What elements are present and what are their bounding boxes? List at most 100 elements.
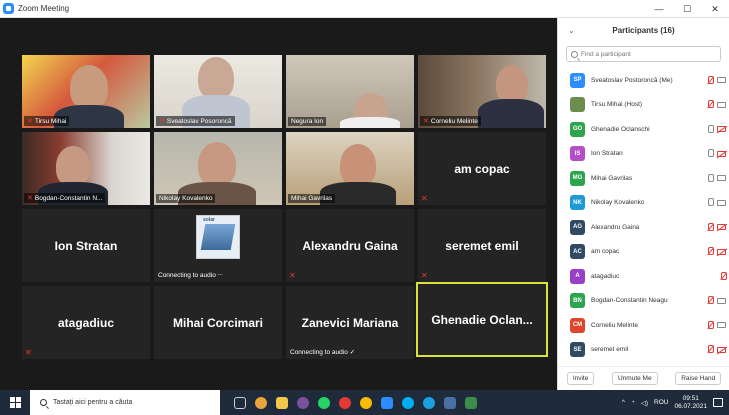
video-tile[interactable]: ✕ Sveatoslav Posoroncă [154, 55, 282, 128]
avatar: BN [570, 293, 585, 309]
notification-icon[interactable] [713, 398, 723, 407]
participant-name: Ion Stratan [591, 150, 623, 158]
close-button[interactable]: ✕ [701, 0, 729, 18]
participant-row[interactable]: SP Sveatoslav Postoroncă (Me) [558, 68, 729, 93]
participant-tile[interactable]: atagadiuc ✕ [22, 286, 150, 359]
volume-icon[interactable]: ◁) [641, 399, 648, 407]
participant-row[interactable]: Tirsu Mihai (Host) [558, 93, 729, 118]
participant-tile[interactable]: Mihai Corcimari [154, 286, 282, 359]
camera-off-icon [717, 346, 726, 353]
participant-name: Ion Stratan [54, 238, 118, 253]
video-tile[interactable]: ✕ Bogdan-Constantin N... [22, 132, 150, 205]
window-title: Zoom Meeting [18, 4, 70, 13]
participant-row[interactable]: Aatagadiuc [558, 264, 729, 289]
maximize-button[interactable]: ☐ [673, 0, 701, 18]
avatar: AC [570, 244, 585, 260]
minimize-button[interactable]: — [645, 0, 673, 18]
participant-status-icons [707, 296, 726, 305]
mic-muted-icon [707, 247, 714, 256]
mic-icon [707, 198, 714, 207]
participant-name: Ghenadie Oclan... [431, 312, 533, 327]
participant-tile[interactable]: solar Connecting to audio ᐧᐧᐧ [154, 209, 282, 282]
chevron-down-icon[interactable]: ⌄ [568, 26, 575, 35]
participant-search[interactable] [566, 46, 721, 62]
skype-icon[interactable] [402, 396, 414, 409]
app-icon[interactable] [444, 396, 456, 409]
participant-name: Alexandru Gaina [302, 238, 398, 253]
file-explorer-icon[interactable] [276, 396, 288, 409]
participant-row[interactable]: NK Nikolay Kovalenko [558, 191, 729, 216]
participant-row[interactable]: MG Mihai Gavrilas [558, 166, 729, 191]
video-tile[interactable]: ✕ Tirsu Mihai [22, 55, 150, 128]
mic-muted-icon [707, 75, 714, 85]
participant-name-label: ✕ Corneliu Melinte [420, 116, 481, 126]
video-gallery: ✕ Tirsu Mihai ✕ Sveatoslav Posoroncă Negur… [0, 18, 557, 390]
participant-name-label: Negura Ion [288, 117, 327, 126]
participant-row[interactable]: AG Alexandru Gaina [558, 215, 729, 240]
participant-row[interactable]: SE seremet emil [558, 338, 729, 363]
panel-footer: Invite Unmute Me Raise Hand [558, 366, 729, 390]
network-icon[interactable]: ◔ [631, 399, 635, 406]
participant-name: Mihai Gavrilas [591, 174, 633, 182]
meeting-icon[interactable] [465, 396, 477, 409]
search-icon [571, 50, 578, 58]
window-controls: — ☐ ✕ [645, 0, 729, 18]
participant-status-icons [707, 124, 726, 134]
participant-tile[interactable]: seremet emil ✕ [418, 209, 546, 282]
start-button[interactable] [0, 390, 30, 415]
avatar: SE [570, 342, 585, 358]
invite-button[interactable]: Invite [566, 372, 595, 385]
participant-row[interactable]: AC am copac [558, 240, 729, 265]
active-speaker-tile[interactable]: Ghenadie Oclan... [416, 282, 548, 357]
participant-tile[interactable]: Alexandru Gaina ✕ [286, 209, 414, 282]
task-view-icon[interactable] [234, 396, 246, 409]
camera-icon [717, 101, 726, 108]
avatar: IS [570, 146, 585, 162]
mic-muted-icon: ✕ [421, 194, 428, 203]
chrome-icon[interactable] [255, 396, 267, 409]
participant-tile[interactable]: am copac ✕ [418, 132, 546, 205]
participant-row[interactable]: GO Ghenadie Oclanschi [558, 117, 729, 142]
clock[interactable]: 09:51 06.07.2021 [674, 395, 707, 411]
participant-row[interactable]: BN Bogdan-Constantin Neagu [558, 289, 729, 314]
windows-taskbar: Tastați aici pentru a căuta ^ ◔ ◁) ROU 0… [0, 390, 729, 415]
participant-tile[interactable]: Zanevici Mariana Connecting to audio ✓ [286, 286, 414, 359]
taskbar-search[interactable]: Tastați aici pentru a căuta [30, 390, 220, 415]
participant-status-icons [707, 247, 726, 256]
mic-muted-icon: ✕ [27, 195, 33, 202]
mic-muted-icon [707, 320, 714, 330]
profile-picture: solar [196, 215, 240, 259]
participant-status-icons [707, 222, 726, 232]
participant-status-icons [707, 149, 726, 158]
participant-row[interactable]: IS Ion Stratan [558, 142, 729, 167]
avatar [570, 97, 585, 113]
participant-list: SP Sveatoslav Postoroncă (Me) Tirsu Mihai … [558, 68, 729, 364]
clock-time: 09:51 [682, 394, 699, 402]
chrome-alt-icon[interactable] [360, 396, 372, 409]
avatar: SP [570, 72, 585, 88]
video-tile[interactable]: Negura Ion [286, 55, 414, 128]
raise-hand-button[interactable]: Raise Hand [675, 372, 722, 385]
participant-row[interactable]: CM Corneliu Melinte [558, 313, 729, 338]
viber-icon[interactable] [297, 396, 309, 409]
panel-title: Participants (16) [612, 25, 675, 35]
participant-name: Bogdan-Constantin Neagu [591, 297, 668, 305]
search-input[interactable] [580, 50, 720, 58]
yandex-icon[interactable] [339, 396, 351, 409]
language-indicator[interactable]: ROU [654, 399, 668, 406]
video-tile[interactable]: ✕ Corneliu Melinte [418, 55, 546, 128]
video-tile[interactable]: Mihai Gavrilas [286, 132, 414, 205]
whatsapp-icon[interactable] [318, 396, 330, 409]
video-tile[interactable]: Nikolay Kovalenko [154, 132, 282, 205]
participant-name: Sveatoslav Postoroncă (Me) [591, 76, 673, 84]
participant-name: Zanevici Mariana [301, 315, 399, 330]
connecting-audio-label: Connecting to audio ᐧᐧᐧ [158, 272, 223, 279]
avatar: MG [570, 170, 585, 186]
zoom-icon[interactable] [381, 396, 393, 409]
edge-icon[interactable] [423, 396, 435, 409]
participant-tile[interactable]: Ion Stratan [22, 209, 150, 282]
unmute-me-button[interactable]: Unmute Me [611, 372, 658, 385]
participant-status-icons [707, 320, 726, 330]
chevron-up-icon[interactable]: ^ [622, 399, 625, 406]
solar-logo-text: solar [203, 217, 215, 223]
